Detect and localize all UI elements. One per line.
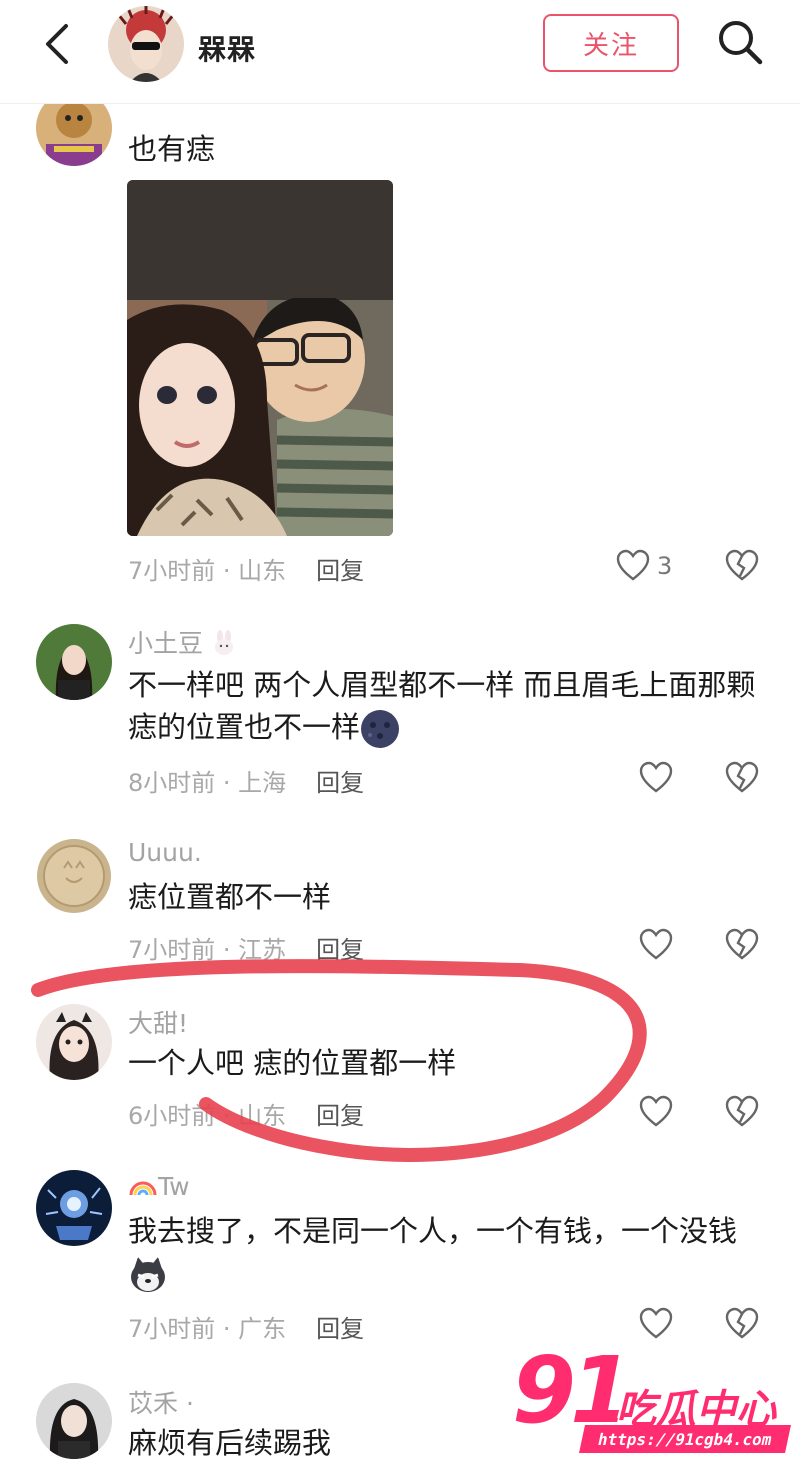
- like-count: 3: [657, 552, 673, 580]
- comment-text: 我去搜了，不是同一个人，一个有钱，一个没钱: [128, 1210, 768, 1295]
- comment-avatar[interactable]: [36, 1004, 112, 1080]
- reply-button[interactable]: 回复: [316, 1102, 364, 1130]
- comment-avatar[interactable]: [36, 838, 112, 914]
- comment-time: 7小时前 · 山东: [128, 557, 287, 585]
- comment-avatar[interactable]: [36, 1383, 112, 1459]
- comment-text: 不一样吧 两个人眉型都不一样 而且眉毛上面那颗痣的位置也不一样: [128, 664, 768, 749]
- comment-username: 苡禾 ·: [128, 1389, 194, 1418]
- comment-time: 6小时前 · 山东: [128, 1102, 287, 1130]
- heart-icon: [616, 549, 650, 581]
- husky-emoji-icon: [131, 1257, 165, 1292]
- rainbow-emoji-icon: [129, 1181, 157, 1196]
- comment-text: 一个人吧 痣的位置都一样: [128, 1046, 457, 1080]
- comment-text: 也有痣: [128, 132, 216, 166]
- top-bar: 槑槑 关注: [0, 0, 800, 104]
- watermark-url: https://91cgb4.com: [579, 1425, 791, 1453]
- comment-username: Tw: [128, 1172, 190, 1201]
- dark-moon-emoji-icon: [361, 710, 400, 748]
- broken-heart-icon[interactable]: [724, 548, 760, 584]
- comment-avatar[interactable]: [36, 624, 112, 700]
- bunny-emoji-icon: [214, 630, 233, 655]
- follow-button[interactable]: 关注: [543, 14, 679, 72]
- comment-username: 大甜!: [128, 1009, 189, 1038]
- comment-photo[interactable]: [127, 180, 393, 536]
- heart-icon[interactable]: [638, 1094, 674, 1130]
- header-avatar[interactable]: [108, 6, 184, 82]
- search-icon[interactable]: [712, 14, 768, 70]
- comment-meta: 7小时前 · 山东 回复: [128, 551, 364, 586]
- back-arrow-icon[interactable]: [38, 22, 78, 66]
- heart-icon[interactable]: [638, 927, 674, 963]
- reply-button[interactable]: 回复: [316, 936, 364, 964]
- reply-button[interactable]: 回复: [316, 557, 364, 585]
- heart-icon[interactable]: [638, 1306, 674, 1342]
- comment-meta: 7小时前 · 广东 回复: [128, 1309, 364, 1344]
- comment-meta: 8小时前 · 上海 回复: [128, 763, 364, 798]
- reply-button[interactable]: 回复: [316, 1315, 364, 1343]
- broken-heart-icon[interactable]: [724, 927, 760, 963]
- profile-name: 槑槑: [198, 33, 257, 66]
- comment-time: 7小时前 · 江苏: [128, 936, 287, 964]
- watermark-number: 91: [512, 1337, 634, 1444]
- comment-username: 小土豆: [128, 624, 237, 660]
- like-button[interactable]: 3: [615, 546, 685, 586]
- broken-heart-icon[interactable]: [724, 760, 760, 796]
- comment-text: 痣位置都不一样: [128, 880, 332, 914]
- comment-meta: 7小时前 · 江苏 回复: [128, 930, 364, 965]
- heart-icon[interactable]: [638, 760, 674, 796]
- comment-time: 8小时前 · 上海: [128, 769, 287, 797]
- broken-heart-icon[interactable]: [724, 1094, 760, 1130]
- watermark-logo: 91 吃瓜中心 https://91cgb4.com: [512, 1345, 792, 1457]
- comment-avatar[interactable]: [36, 1170, 112, 1246]
- comment-time: 7小时前 · 广东: [128, 1315, 287, 1343]
- comment-username: Uuuu.: [128, 838, 202, 867]
- broken-heart-icon[interactable]: [724, 1306, 760, 1342]
- reply-button[interactable]: 回复: [316, 769, 364, 797]
- comment-meta: 6小时前 · 山东 回复: [128, 1096, 364, 1131]
